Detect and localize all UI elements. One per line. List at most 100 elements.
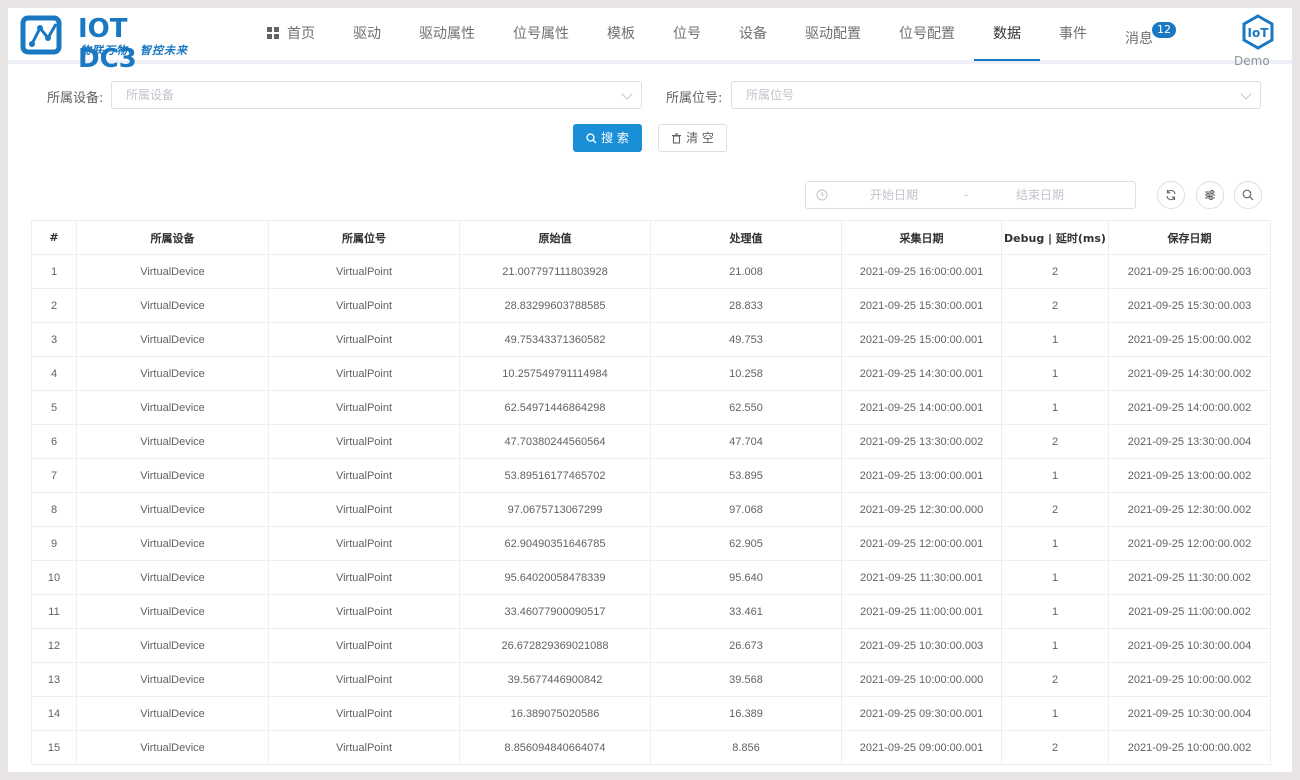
search-button[interactable]: 搜 索: [573, 124, 642, 152]
app-logo[interactable]: IOT DC3 物联万物，智控未来: [20, 12, 190, 74]
cell-raw-value: 16.389075020586: [459, 696, 651, 731]
cell-device: VirtualDevice: [76, 356, 269, 391]
cell-save-date: 2021-09-25 13:30:00.004: [1108, 424, 1271, 459]
nav-item-point[interactable]: 位号: [654, 8, 720, 60]
table-row[interactable]: 6 VirtualDevice VirtualPoint 47.70380244560…: [31, 424, 1271, 459]
table-row[interactable]: 1 VirtualDevice VirtualPoint 21.00779711180…: [31, 254, 1271, 289]
cell-save-date: 2021-09-25 10:30:00.004: [1108, 628, 1271, 663]
nav-item-home[interactable]: 首页: [248, 8, 334, 60]
refresh-button[interactable]: [1157, 181, 1185, 209]
table-row[interactable]: 14 VirtualDevice VirtualPoint 16.3890750205…: [31, 696, 1271, 731]
nav-item-label: 位号配置: [899, 26, 955, 42]
column-header-collect-date: 采集日期: [841, 220, 1002, 255]
table-row[interactable]: 11 VirtualDevice VirtualPoint 33.4607790009…: [31, 594, 1271, 629]
search-button-label: 搜 索: [601, 131, 629, 145]
table-row[interactable]: 9 VirtualDevice VirtualPoint 62.90490351646…: [31, 526, 1271, 561]
table-row[interactable]: 3 VirtualDevice VirtualPoint 49.75343371360…: [31, 322, 1271, 357]
nav-item-point-config[interactable]: 位号配置: [880, 8, 974, 60]
cell-debug-delay: 1: [1001, 594, 1109, 629]
logo-mark-icon: [20, 15, 62, 55]
cell-collect-date: 2021-09-25 15:30:00.001: [841, 288, 1002, 323]
cell-debug-delay: 1: [1001, 526, 1109, 561]
trash-icon: [672, 133, 682, 144]
cell-index: 14: [31, 696, 77, 731]
column-header-point: 所属位号: [268, 220, 460, 255]
table-row[interactable]: 2 VirtualDevice VirtualPoint 28.83299603788…: [31, 288, 1271, 323]
search-icon: [1242, 189, 1254, 201]
cell-point: VirtualPoint: [268, 662, 460, 697]
cell-processed-value: 95.640: [650, 560, 842, 595]
column-header-device: 所属设备: [76, 220, 269, 255]
end-date-placeholder[interactable]: 结束日期: [1016, 182, 1064, 208]
cell-point: VirtualPoint: [268, 390, 460, 425]
cell-raw-value: 33.46077900090517: [459, 594, 651, 629]
nav-item-label: 位号: [673, 26, 701, 42]
cell-collect-date: 2021-09-25 14:00:00.001: [841, 390, 1002, 425]
svg-text:IoT: IoT: [1248, 26, 1270, 40]
nav-item-driver[interactable]: 驱动: [334, 8, 400, 60]
cell-debug-delay: 1: [1001, 390, 1109, 425]
table-row[interactable]: 5 VirtualDevice VirtualPoint 62.54971446864…: [31, 390, 1271, 425]
point-select[interactable]: 所属位号: [731, 81, 1261, 109]
cell-processed-value: 21.008: [650, 254, 842, 289]
table-row[interactable]: 13 VirtualDevice VirtualPoint 39.5677446900…: [31, 662, 1271, 697]
cell-processed-value: 39.568: [650, 662, 842, 697]
cell-debug-delay: 2: [1001, 288, 1109, 323]
table-row[interactable]: 7 VirtualDevice VirtualPoint 53.89516177465…: [31, 458, 1271, 493]
date-range-picker[interactable]: 开始日期 - 结束日期: [805, 181, 1136, 209]
nav-item-driver-attribute[interactable]: 驱动属性: [400, 8, 494, 60]
table-row[interactable]: 12 VirtualDevice VirtualPoint 26.6728293690…: [31, 628, 1271, 663]
cell-save-date: 2021-09-25 16:00:00.003: [1108, 254, 1271, 289]
cell-save-date: 2021-09-25 14:30:00.002: [1108, 356, 1271, 391]
cell-point: VirtualPoint: [268, 696, 460, 731]
table-row[interactable]: 8 VirtualDevice VirtualPoint 97.06757130672…: [31, 492, 1271, 527]
cell-device: VirtualDevice: [76, 628, 269, 663]
cell-raw-value: 97.0675713067299: [459, 492, 651, 527]
nav-item-data[interactable]: 数据: [974, 8, 1040, 61]
data-table: # 所属设备 所属位号 原始值 处理值 采集日期 Debug | 延时(ms) 保存日期 1V…: [31, 220, 1271, 765]
logo-subtitle: 物联万物，智控未来: [80, 44, 188, 57]
device-select[interactable]: 所属设备: [111, 81, 642, 109]
table-body: 1 VirtualDevice VirtualPoint 21.00779711180…: [31, 254, 1271, 765]
cell-debug-delay: 1: [1001, 356, 1109, 391]
cell-processed-value: 33.461: [650, 594, 842, 629]
table-row[interactable]: 15 VirtualDevice VirtualPoint 8.85609484066…: [31, 730, 1271, 765]
clear-button[interactable]: 清 空: [658, 124, 727, 152]
nav-item-label: 驱动: [353, 26, 381, 42]
cell-processed-value: 49.753: [650, 322, 842, 357]
cell-device: VirtualDevice: [76, 458, 269, 493]
cell-index: 2: [31, 288, 77, 323]
table-row[interactable]: 10 VirtualDevice VirtualPoint 95.6402005847…: [31, 560, 1271, 595]
nav-item-message[interactable]: 消息 12: [1106, 8, 1176, 60]
iot-brand-icon: IoT: [1242, 14, 1274, 50]
date-separator: -: [964, 188, 969, 202]
cell-raw-value: 26.672829369021088: [459, 628, 651, 663]
point-filter-label: 所属位号:: [666, 91, 723, 106]
filter-settings-button[interactable]: [1196, 181, 1224, 209]
nav-item-point-attribute[interactable]: 位号属性: [494, 8, 588, 60]
brand-demo[interactable]: IoT Demo: [1234, 14, 1278, 68]
cell-point: VirtualPoint: [268, 288, 460, 323]
cell-collect-date: 2021-09-25 09:30:00.001: [841, 696, 1002, 731]
column-header-debug-delay: Debug | 延时(ms): [1001, 220, 1109, 255]
cell-index: 15: [31, 730, 77, 765]
cell-save-date: 2021-09-25 15:00:00.002: [1108, 322, 1271, 357]
nav-item-template[interactable]: 模板: [588, 8, 654, 60]
cell-device: VirtualDevice: [76, 390, 269, 425]
cell-processed-value: 47.704: [650, 424, 842, 459]
cell-raw-value: 10.257549791114984: [459, 356, 651, 391]
nav-item-driver-config[interactable]: 驱动配置: [786, 8, 880, 60]
cell-collect-date: 2021-09-25 09:00:00.001: [841, 730, 1002, 765]
table-row[interactable]: 4 VirtualDevice VirtualPoint 10.25754979111…: [31, 356, 1271, 391]
cell-device: VirtualDevice: [76, 288, 269, 323]
nav-item-label: 消息: [1125, 31, 1153, 47]
nav-item-device[interactable]: 设备: [720, 8, 786, 60]
nav-item-event[interactable]: 事件: [1040, 8, 1106, 60]
cell-debug-delay: 1: [1001, 458, 1109, 493]
app-window: IOT DC3 物联万物，智控未来 首页 驱动 驱动属性 位号属性 模板 位号 …: [8, 8, 1292, 772]
start-date-placeholder[interactable]: 开始日期: [870, 182, 918, 208]
toggle-search-button[interactable]: [1234, 181, 1262, 209]
cell-point: VirtualPoint: [268, 458, 460, 493]
cell-collect-date: 2021-09-25 15:00:00.001: [841, 322, 1002, 357]
top-header: IOT DC3 物联万物，智控未来 首页 驱动 驱动属性 位号属性 模板 位号 …: [8, 8, 1292, 74]
